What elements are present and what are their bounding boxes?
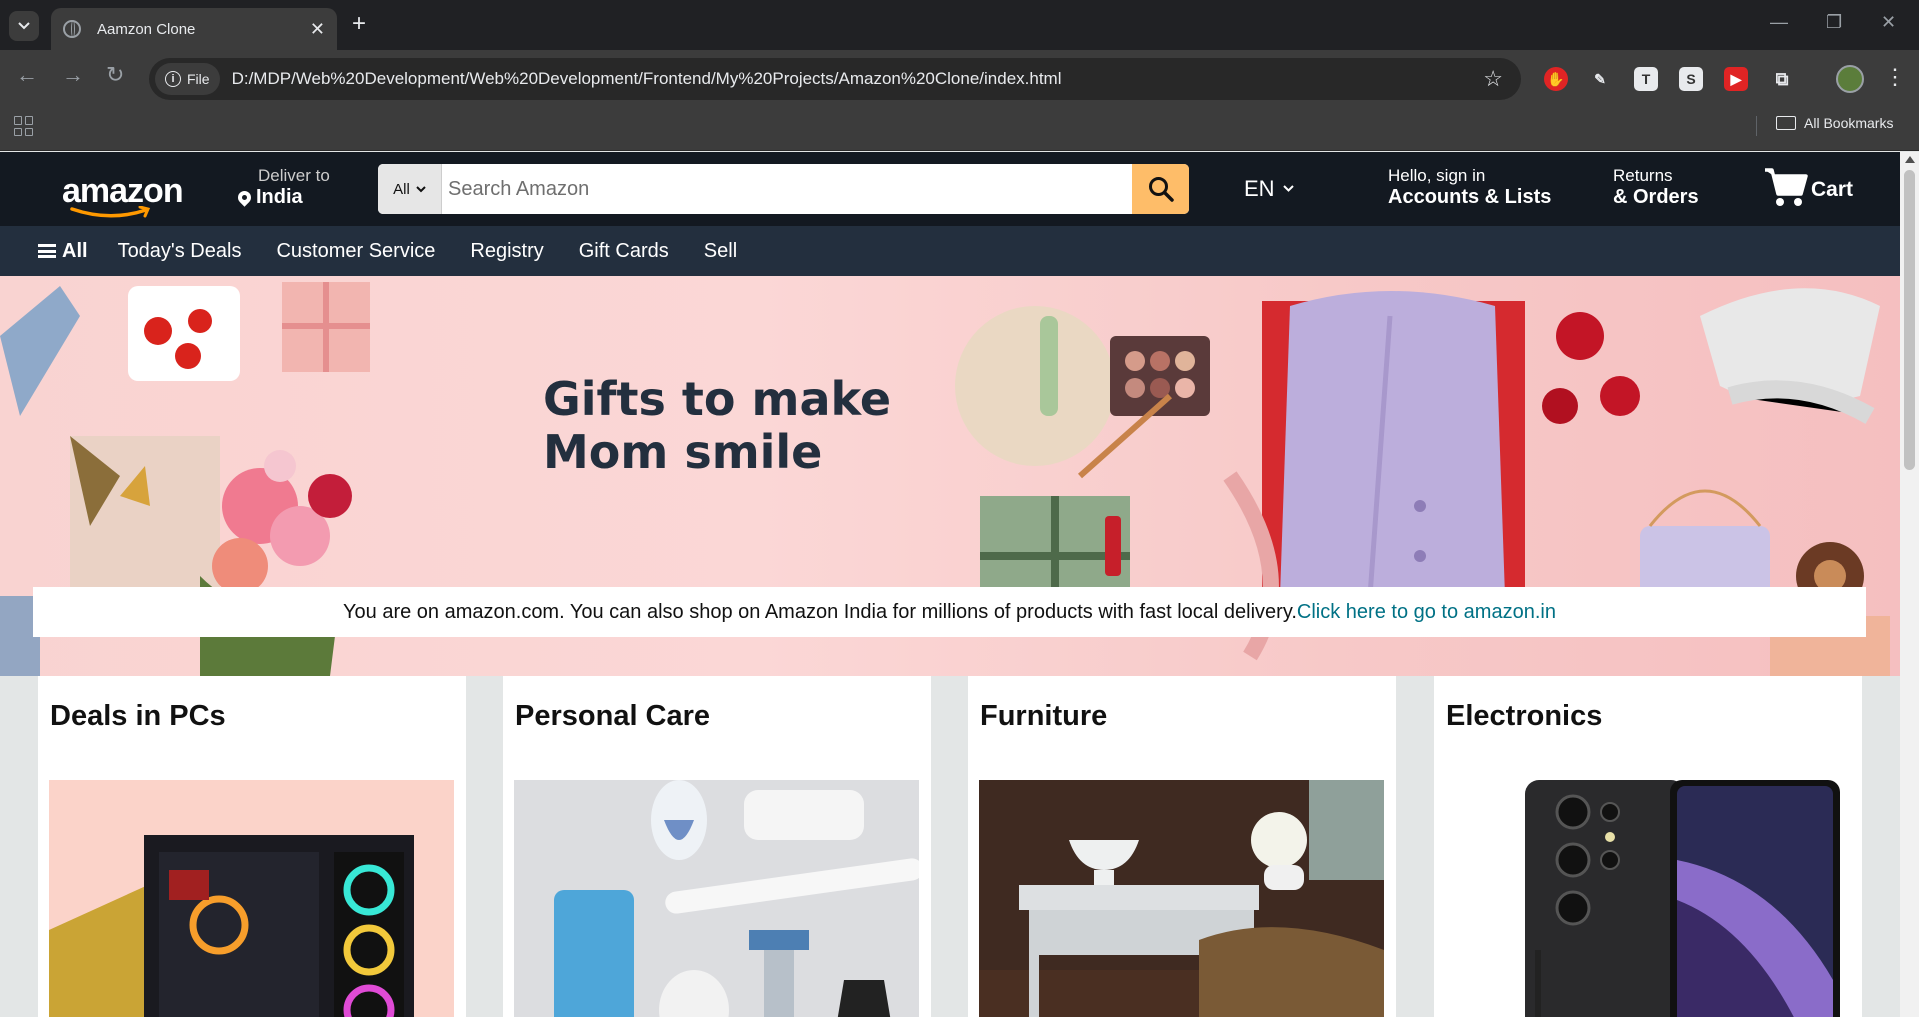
bookmark-star-icon[interactable]: ☆ [1483, 66, 1503, 92]
sub-navigation: All Today's Deals Customer Service Regis… [0, 226, 1900, 276]
amazon-in-link[interactable]: Click here to go to amazon.in [1297, 601, 1556, 624]
account-lists[interactable]: Hello, sign in Accounts & Lists [1388, 166, 1551, 209]
card-electronics[interactable]: Electronics [1434, 676, 1862, 1017]
location-pin-icon [235, 188, 254, 207]
card-title: Deals in PCs [50, 700, 226, 732]
nav-todays-deals[interactable]: Today's Deals [118, 240, 242, 263]
amazon-logo[interactable]: amazon [62, 172, 184, 218]
restore-icon[interactable]: ❐ [1826, 12, 1842, 33]
search-category-select[interactable]: All [378, 164, 442, 214]
language-selector[interactable]: EN [1244, 176, 1294, 202]
search-bar: All [378, 164, 1189, 214]
address-bar[interactable]: i File D:/MDP/Web%20Development/Web%20De… [149, 58, 1521, 100]
reload-icon[interactable]: ↻ [106, 62, 124, 88]
minimize-icon[interactable]: — [1770, 12, 1788, 33]
url-text[interactable]: D:/MDP/Web%20Development/Web%20Developme… [232, 69, 1484, 89]
card-personal-care[interactable]: Personal Care [503, 676, 931, 1017]
extension-youtube-icon[interactable]: ▶ [1724, 67, 1748, 91]
notice-text: You are on amazon.com. You can also shop… [343, 600, 1297, 623]
amazon-header: amazon Deliver to India All Search Amazo… [0, 152, 1900, 226]
nav-customer-service[interactable]: Customer Service [276, 240, 435, 263]
nav-sell[interactable]: Sell [704, 240, 737, 263]
close-window-icon[interactable]: ✕ [1881, 12, 1896, 33]
cart-label: Cart [1811, 178, 1854, 201]
all-bookmarks-button[interactable]: All Bookmarks [1776, 115, 1893, 131]
card-furniture[interactable]: Furniture [968, 676, 1396, 1017]
tab-search-button[interactable] [9, 11, 39, 41]
card-title: Electronics [1446, 700, 1603, 732]
close-tab-icon[interactable]: ✕ [310, 19, 325, 40]
deliver-label: Deliver to [258, 166, 330, 185]
card-title: Furniture [980, 700, 1108, 732]
site-info-label: File [187, 71, 210, 87]
info-icon: i [165, 71, 181, 87]
search-icon [1148, 177, 1174, 202]
scroll-up-icon[interactable] [1905, 156, 1915, 163]
new-tab-button[interactable]: + [352, 12, 366, 36]
menu-kebab-icon[interactable]: ⋮ [1884, 64, 1906, 90]
hamburger-icon [38, 244, 56, 258]
all-menu-button[interactable]: All [38, 240, 88, 263]
extension-s-icon[interactable]: S [1679, 67, 1703, 91]
browser-toolbar: ← → ↻ i File D:/MDP/Web%20Development/We… [0, 50, 1919, 108]
hero-title: Gifts to make Mom smile [543, 372, 892, 479]
search-input[interactable] [442, 164, 1132, 214]
tab-title: Aamzon Clone [97, 20, 196, 38]
bookmarks-divider [1756, 116, 1757, 136]
chevron-down-icon [416, 185, 426, 192]
all-bookmarks-label: All Bookmarks [1804, 115, 1894, 131]
extensions-puzzle-icon[interactable]: ⧉ [1770, 67, 1794, 91]
card-deals-pcs[interactable]: Deals in PCs [38, 676, 466, 1017]
cart-button[interactable]: Cart [1763, 166, 1853, 208]
cart-icon [1765, 168, 1808, 206]
extension-colorpicker-icon[interactable]: ✎ [1588, 67, 1612, 91]
returns-orders[interactable]: Returns & Orders [1613, 166, 1699, 209]
electronics-image[interactable] [1445, 780, 1850, 1017]
globe-icon [63, 20, 81, 38]
search-button[interactable] [1132, 164, 1189, 214]
extension-adblock-icon[interactable]: ✋ [1544, 67, 1568, 91]
bookmarks-bar [0, 108, 1919, 151]
nav-registry[interactable]: Registry [470, 240, 543, 263]
furniture-image[interactable] [979, 780, 1384, 1017]
amazon-smile-icon [70, 206, 151, 218]
pc-image[interactable] [49, 780, 454, 1017]
site-info-chip[interactable]: i File [155, 63, 220, 95]
hero-banner[interactable]: Gifts to make Mom smile You are on amazo… [0, 276, 1900, 676]
apps-grid-icon[interactable] [14, 116, 34, 136]
deliver-location: India [256, 186, 303, 208]
personal-care-image[interactable] [514, 780, 919, 1017]
region-notice: You are on amazon.com. You can also shop… [33, 587, 1866, 637]
chevron-down-icon [18, 22, 30, 30]
card-title: Personal Care [515, 700, 711, 732]
chevron-down-icon [1282, 185, 1294, 192]
folder-icon [1776, 116, 1796, 130]
forward-icon[interactable]: → [62, 62, 84, 88]
extension-t-icon[interactable]: T [1634, 67, 1658, 91]
nav-gift-cards[interactable]: Gift Cards [579, 240, 669, 263]
profile-avatar[interactable] [1836, 65, 1864, 93]
deliver-to[interactable]: Deliver to India [235, 166, 330, 209]
page-viewport: amazon Deliver to India All Search Amazo… [0, 152, 1900, 1017]
browser-tab[interactable]: Aamzon Clone ✕ [51, 8, 337, 50]
scrollbar-thumb[interactable] [1904, 170, 1915, 470]
page-scrollbar[interactable] [1900, 152, 1919, 1017]
browser-tab-bar: Aamzon Clone ✕ + — ❐ ✕ [0, 0, 1919, 50]
back-icon[interactable]: ← [16, 62, 38, 88]
